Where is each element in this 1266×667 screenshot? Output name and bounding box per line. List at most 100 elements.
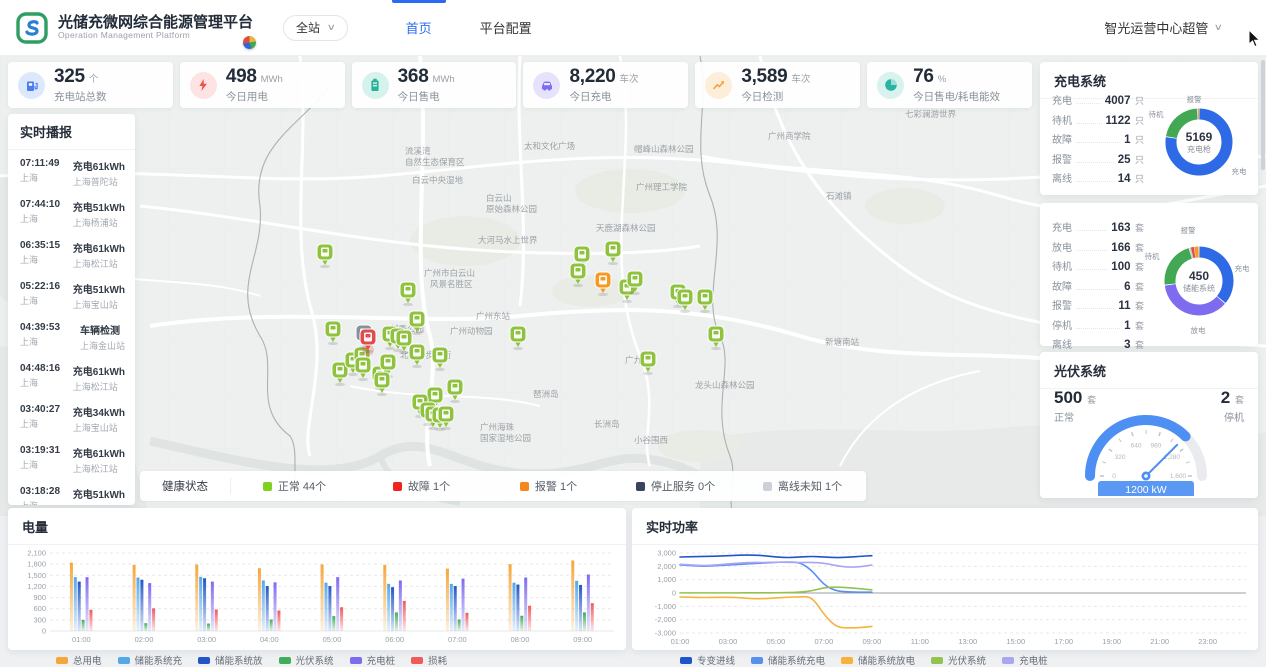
kpi-value: 76 <box>913 66 934 88</box>
kpi-value-row: 368MWh <box>398 66 455 88</box>
stat-leader <box>1076 103 1101 104</box>
bar-损耗-01:00 <box>89 610 92 631</box>
broadcast-item-left: 03:18:28上海 <box>20 486 60 505</box>
energy-chart-title: 电量 <box>8 508 626 545</box>
bar-储能系统充-07:00 <box>450 584 453 631</box>
broadcast-item-left: 07:44:10上海 <box>20 199 60 229</box>
bar-总用电-03:00 <box>195 565 198 631</box>
bar-总用电-01:00 <box>70 563 73 631</box>
bar-总用电-09:00 <box>571 560 574 631</box>
bar-光伏系统-02:00 <box>144 623 147 631</box>
broadcast-item-right: 车辆检测上海金山站 <box>80 322 125 352</box>
map-place-label: 流溪湾 <box>405 146 431 156</box>
map-place-label: 白云中央湿地 <box>412 175 464 185</box>
health-item-停止服务[interactable]: 停止服务 0个 <box>612 478 739 494</box>
kpi-card-2[interactable]: 498MWh今日用电 <box>180 62 345 108</box>
svg-text:320: 320 <box>1115 454 1126 461</box>
health-item-label: 停止服务 0个 <box>651 478 715 494</box>
legend-充电桩[interactable]: 充电桩 <box>1002 653 1048 667</box>
legend-储能系统放电[interactable]: 储能系统放电 <box>841 653 915 667</box>
app-title: 光储充微网综合能源管理平台 <box>58 14 253 31</box>
svg-text:03:00: 03:00 <box>197 635 216 644</box>
app-logo-icon <box>16 12 48 44</box>
legend-swatch <box>931 657 943 664</box>
tab-platform-config-label: 平台配置 <box>480 18 532 37</box>
stat-leader <box>1076 123 1102 124</box>
stat-row-离线: 离线14 只 <box>1052 170 1144 190</box>
map-place-label: 自然生态保育区 <box>405 157 465 167</box>
donut-segment-待机 <box>1170 253 1190 284</box>
broadcast-item-right: 充电61kWh上海普陀站 <box>73 158 125 188</box>
broadcast-city: 上海 <box>20 499 60 505</box>
user-menu[interactable]: 智光运营中心超管 ∨ <box>1104 18 1222 37</box>
map-place-label: 广州动物园 <box>450 326 493 336</box>
tab-home[interactable]: 首页 <box>382 0 456 56</box>
broadcast-event: 充电61kWh <box>73 240 125 255</box>
kpi-value: 368 <box>398 66 429 88</box>
broadcast-station: 上海松江站 <box>73 462 125 475</box>
legend-储能系统充[interactable]: 储能系统充 <box>118 653 183 667</box>
broadcast-city: 上海 <box>20 335 60 348</box>
chevron-down-icon: ∨ <box>1214 22 1223 33</box>
legend-光伏系统[interactable]: 光伏系统 <box>931 653 986 667</box>
svg-text:09:00: 09:00 <box>573 635 592 644</box>
page-scrollbar[interactable] <box>1261 60 1265 170</box>
health-item-故障[interactable]: 故障 1个 <box>358 478 485 494</box>
broadcast-item: 07:44:10上海充电51kWh上海杨浦站 <box>20 193 125 234</box>
legend-光伏系统[interactable]: 光伏系统 <box>279 653 334 667</box>
stat-leader <box>1076 162 1114 163</box>
bar-储能系统充-03:00 <box>199 577 202 631</box>
kpi-label: 今日售电/耗电能效 <box>913 89 1000 104</box>
kpi-card-1[interactable]: 325个充电站总数 <box>8 62 173 108</box>
health-item-正常[interactable]: 正常 44个 <box>231 478 358 494</box>
legend-label: 专变进线 <box>697 653 735 667</box>
stat-label: 充电 <box>1052 92 1072 107</box>
legend-专变进线[interactable]: 专变进线 <box>680 653 735 667</box>
legend-总用电[interactable]: 总用电 <box>56 653 102 667</box>
broadcast-item: 04:39:53上海车辆检测上海金山站 <box>20 316 125 357</box>
stat-leader <box>1076 142 1120 143</box>
stat-row-待机: 待机100 套 <box>1052 258 1144 278</box>
kpi-text: 325个充电站总数 <box>54 66 107 104</box>
broadcast-item: 04:48:16上海充电61kWh上海松江站 <box>20 357 125 398</box>
legend-swatch <box>751 657 763 664</box>
battery-icon <box>362 72 389 99</box>
donut-callout-待机: 待机 <box>1145 251 1161 261</box>
kpi-text: 8,220车次今日充电 <box>569 66 638 104</box>
broadcast-item-right: 充电51kWh上海宝山站 <box>73 281 125 311</box>
kpi-card-4[interactable]: 8,220车次今日充电 <box>523 62 688 108</box>
health-color-dot <box>520 482 529 491</box>
broadcast-item: 05:22:16上海充电51kWh上海宝山站 <box>20 275 125 316</box>
stat-row-充电: 充电163 套 <box>1052 219 1144 239</box>
svg-text:960: 960 <box>1150 443 1161 450</box>
map-marker-fault[interactable] <box>360 329 376 356</box>
health-item-报警[interactable]: 报警 1个 <box>485 478 612 494</box>
broadcast-title: 实时播报 <box>8 114 135 150</box>
kpi-card-6[interactable]: 76%今日售电/耗电能效 <box>867 62 1032 108</box>
kpi-card-5[interactable]: 3,589车次今日检测 <box>695 62 860 108</box>
svg-text:08:00: 08:00 <box>511 635 530 644</box>
health-item-离线未知[interactable]: 离线未知 1个 <box>739 478 866 494</box>
legend-swatch <box>1002 657 1014 664</box>
stat-value: 100 套 <box>1111 260 1144 273</box>
legend-储能系统放[interactable]: 储能系统放 <box>198 653 263 667</box>
bar-光伏系统-08:00 <box>520 616 523 631</box>
storage-donut-chart: 450储能系统报警待机充电放电 <box>1142 221 1254 341</box>
legend-label: 储能系统放 <box>215 653 263 667</box>
map-place-label: 七彩澜游世界 <box>905 109 957 119</box>
storage-system-panel: 充电163 套放电166 套待机100 套故障6 套报警11 套停机1 套离线3… <box>1040 203 1258 346</box>
legend-储能系统充电[interactable]: 储能系统充电 <box>751 653 825 667</box>
kpi-card-3[interactable]: 368MWh今日售电 <box>352 62 517 108</box>
health-status-bar: 健康状态 正常 44个 故障 1个 报警 1个 停止服务 0个 离线未知 1个 <box>140 471 866 501</box>
broadcast-city: 上海 <box>20 294 60 307</box>
legend-充电桩[interactable]: 充电桩 <box>350 653 396 667</box>
tab-platform-config[interactable]: 平台配置 <box>456 0 556 56</box>
station-selector[interactable]: 全站 ∨ <box>283 15 348 41</box>
svg-text:450: 450 <box>1189 269 1209 283</box>
kpi-text: 368MWh今日售电 <box>398 66 455 104</box>
bar-光伏系统-09:00 <box>583 612 586 631</box>
health-status-title: 健康状态 <box>140 478 231 494</box>
broadcast-time: 03:19:31 <box>20 445 60 456</box>
legend-损耗[interactable]: 损耗 <box>411 653 447 667</box>
health-item-label: 故障 1个 <box>408 478 450 494</box>
